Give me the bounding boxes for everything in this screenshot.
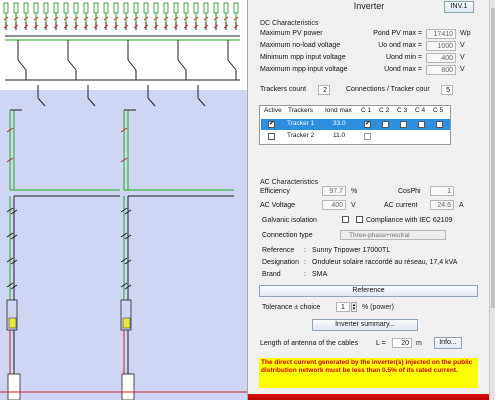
tracker-1-active-checkbox[interactable]: ✔ xyxy=(268,121,275,128)
col-header-c4: C 4 xyxy=(415,107,426,114)
tracker-table: Active Trackers Iond max C 1 C 2 C 3 C 4… xyxy=(259,105,451,145)
surge-indicator xyxy=(122,317,131,329)
reference-sep: : xyxy=(304,247,306,254)
dc-max-mpp-value: 800 xyxy=(426,65,456,75)
compliance-label: Compliance with IEC 62109 xyxy=(366,217,453,224)
tracker-1-iond: 33.0 xyxy=(333,120,346,127)
efficiency-unit: % xyxy=(351,188,358,195)
tracker-1-c5-checkbox[interactable] xyxy=(436,121,443,128)
compliance-checkbox[interactable] xyxy=(356,216,363,223)
tracker-2-name: Tracker 2 xyxy=(287,132,315,139)
tracker-1-c1-checkbox[interactable]: ✔ xyxy=(364,121,371,128)
dc-injection-warning: The direct current generated by the inve… xyxy=(259,358,478,388)
tracker-2-c1-checkbox[interactable] xyxy=(364,133,371,140)
galvanic-isolation-label: Galvanic isolation xyxy=(262,217,317,224)
trackers-count-input[interactable]: 2 xyxy=(318,85,330,95)
wiring-diagram xyxy=(0,0,247,400)
tracker-1-c4-checkbox[interactable] xyxy=(418,121,425,128)
col-header-trackers: Trackers xyxy=(288,107,314,114)
cable-length-input[interactable]: 20 xyxy=(392,338,412,348)
ac-section-title: AC Characteristics xyxy=(260,179,318,186)
dc-max-mpp-symbol: Uond max = xyxy=(384,66,422,73)
col-header-c3: C 3 xyxy=(397,107,408,114)
ac-voltage-value: 400 xyxy=(322,200,346,210)
panel-scrollbar[interactable] xyxy=(489,0,495,400)
dc-section-title: DC Characteristics xyxy=(260,20,319,27)
tracker-1-name: Tracker 1 xyxy=(287,120,315,127)
brand-label: Brand xyxy=(262,271,281,278)
reference-value: Sunny Tripower 17000TL xyxy=(312,247,391,254)
cosphi-value: 1 xyxy=(430,186,454,196)
dc-max-pv-power-label: Maximum PV power xyxy=(260,30,323,37)
ac-current-unit: A xyxy=(459,202,464,209)
bottom-status-strip xyxy=(248,394,490,400)
col-header-iond-max: Iond max xyxy=(325,107,352,114)
dc-max-pv-power-value: 17410 xyxy=(426,29,456,39)
ac-voltage-unit: V xyxy=(351,202,356,209)
connections-per-tracker-input[interactable]: 5 xyxy=(441,85,453,95)
designation-value: Onduleur solaire raccordé au réseau, 17,… xyxy=(312,259,458,266)
reference-label: Reference xyxy=(262,247,295,254)
cosphi-label: CosPhi xyxy=(398,188,421,195)
efficiency-label: Efficiency xyxy=(260,188,290,195)
designation-sep: : xyxy=(304,259,306,266)
inverter-panel: Inverter INV.1 DC Characteristics Maximu… xyxy=(247,0,490,400)
reference-button[interactable]: Reference xyxy=(259,285,478,297)
dc-max-pv-power-unit: Wp xyxy=(460,30,471,37)
connection-type-label: Connection type xyxy=(262,232,313,239)
col-header-c2: C 2 xyxy=(379,107,390,114)
inverter-block xyxy=(121,373,135,400)
cable-length-label: Length of antenna of the cables xyxy=(260,340,359,347)
brand-value: SMA xyxy=(312,271,328,278)
dc-min-mpp-label: Minimum mpp input voltage xyxy=(260,54,346,61)
tracker-1-c2-checkbox[interactable] xyxy=(382,121,389,128)
dc-noload-voltage-unit: V xyxy=(460,42,465,49)
ac-current-label: AC current xyxy=(384,202,418,209)
inverter-summary-button[interactable]: Inverter summary... xyxy=(312,319,418,331)
ac-voltage-label: AC Voltage xyxy=(260,202,296,209)
cable-length-unit: m xyxy=(416,340,422,347)
dc-noload-voltage-value: 1000 xyxy=(426,41,456,51)
scrollbar-thumb[interactable] xyxy=(491,8,495,308)
designation-label: Designation xyxy=(262,259,299,266)
info-button[interactable]: Info... xyxy=(434,337,462,349)
tolerance-input[interactable]: 1 xyxy=(336,302,350,312)
tolerance-spinner[interactable]: ▴ ▾ xyxy=(351,302,357,312)
tolerance-label: Tolerance ± choice xyxy=(262,304,321,311)
cable-length-eq: L = xyxy=(376,340,386,347)
tracker-row-1[interactable]: ✔ Tracker 1 33.0 ✔ xyxy=(261,119,450,130)
wiring-diagram-svg xyxy=(0,0,247,400)
galvanic-isolation-checkbox[interactable] xyxy=(342,216,349,223)
surge-indicator xyxy=(8,317,17,329)
inverter-block xyxy=(7,373,21,400)
col-header-c1: C 1 xyxy=(361,107,372,114)
string-zone xyxy=(0,0,247,90)
col-header-c5: C 5 xyxy=(433,107,444,114)
dc-min-mpp-unit: V xyxy=(460,54,465,61)
dc-min-mpp-value: 400 xyxy=(426,53,456,63)
dc-noload-voltage-label: Maximum no-load voltage xyxy=(260,42,341,49)
tracker-2-active-checkbox[interactable] xyxy=(268,133,275,140)
dc-max-mpp-label: Maximum mpp input voltage xyxy=(260,66,348,73)
ac-current-value: 24.6 xyxy=(430,200,454,210)
brand-sep: : xyxy=(304,271,306,278)
inverter-selector-button[interactable]: INV.1 xyxy=(444,1,474,13)
col-header-active: Active xyxy=(264,107,282,114)
tolerance-unit: % (power) xyxy=(362,304,394,311)
tracker-1-c3-checkbox[interactable] xyxy=(400,121,407,128)
connection-type-select[interactable]: Three-phase+neutral xyxy=(340,230,446,240)
dc-min-mpp-symbol: Uond min = xyxy=(386,54,422,61)
efficiency-value: 97.7 xyxy=(322,186,346,196)
tracker-row-2[interactable]: Tracker 2 11.0 xyxy=(261,131,450,142)
dc-max-mpp-unit: V xyxy=(460,66,465,73)
trackers-count-label: Trackers count xyxy=(260,86,307,93)
tracker-2-iond: 11.0 xyxy=(333,132,346,139)
dc-noload-voltage-symbol: Uo ond max = xyxy=(378,42,422,49)
dc-max-pv-power-symbol: Pond PV max = xyxy=(373,30,422,37)
connections-per-tracker-label: Connections / Tracker cour xyxy=(346,86,430,93)
